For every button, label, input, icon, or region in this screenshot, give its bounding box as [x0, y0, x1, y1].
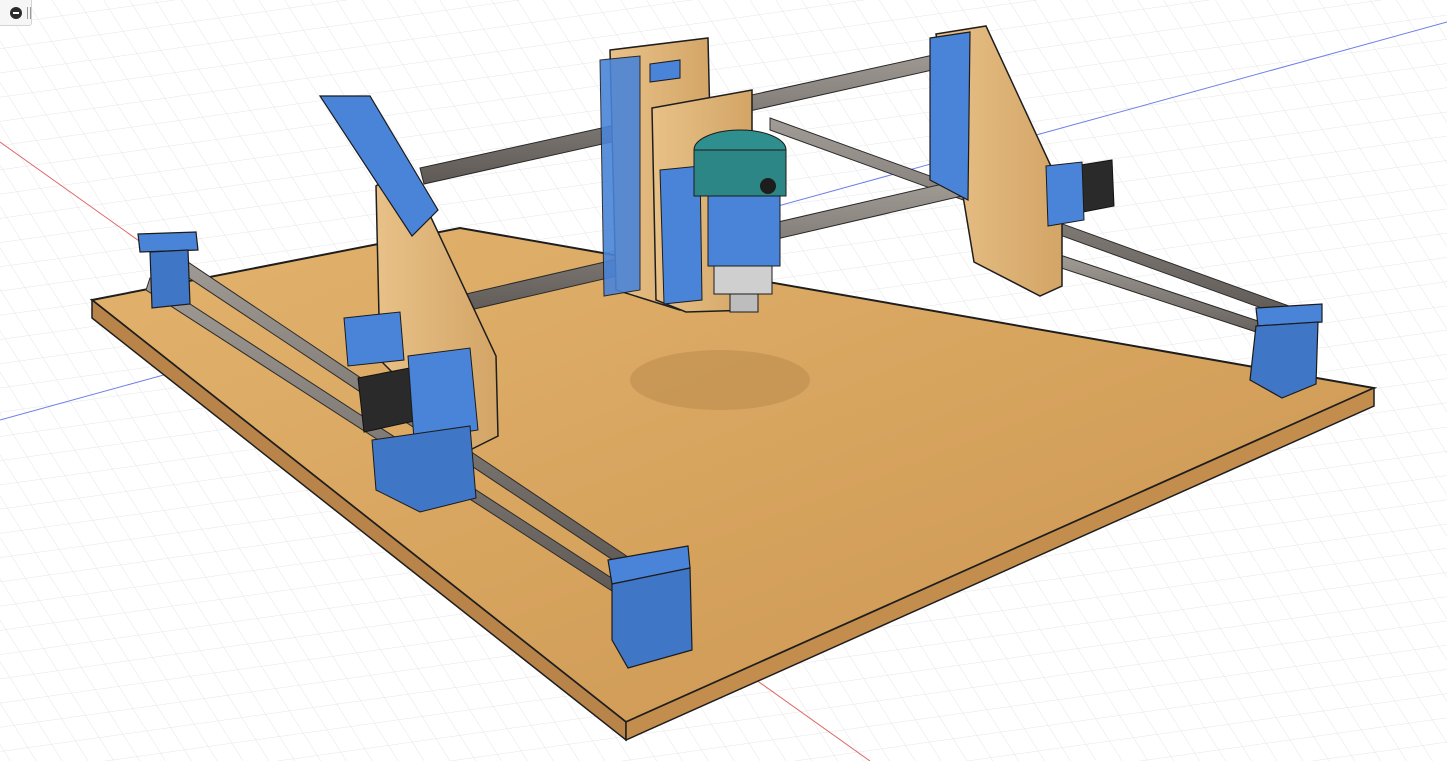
cad-canvas[interactable] [0, 0, 1447, 761]
browser-collapse-button[interactable] [0, 0, 32, 26]
rail-end-block-front-left[interactable] [607, 545, 693, 669]
design-viewport[interactable] [0, 0, 1447, 761]
resize-handle-icon[interactable] [27, 6, 31, 19]
rail-end-block-back-right[interactable] [1249, 303, 1323, 399]
gantry-shadow [630, 350, 810, 410]
collapse-minus-icon [10, 6, 22, 19]
